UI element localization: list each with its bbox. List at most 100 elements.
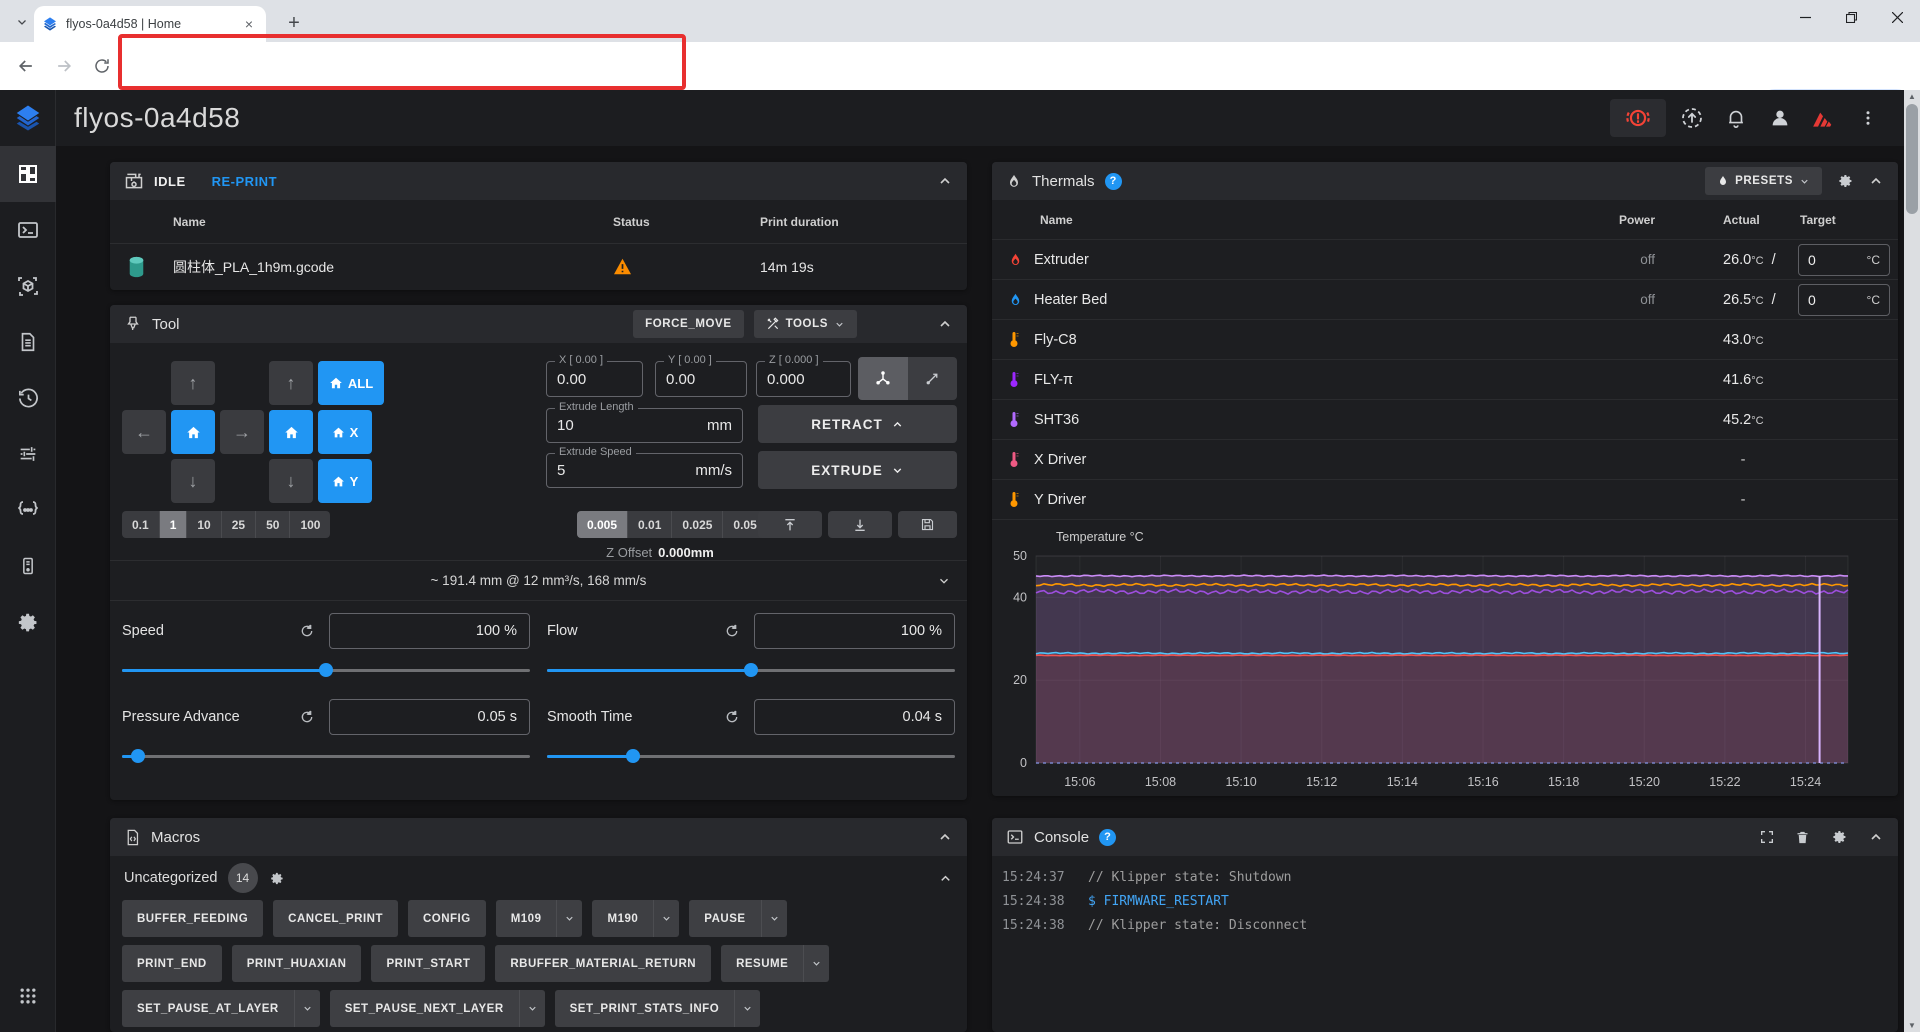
speed-slider[interactable] xyxy=(122,663,530,677)
home-y-axis-button[interactable] xyxy=(269,410,313,454)
scrollbar-thumb[interactable] xyxy=(1906,104,1918,214)
target-input[interactable]: 0°C xyxy=(1798,244,1890,276)
job-row[interactable]: 圆柱体_PLA_1h9m.gcode 14m 19s xyxy=(110,244,967,289)
smooth-time-value-field[interactable]: 0.04 s xyxy=(754,699,955,735)
macro-settings-gear-icon[interactable] xyxy=(268,870,285,887)
sidebar-item-dashboard[interactable] xyxy=(0,146,56,202)
jog-increment-25[interactable]: 25 xyxy=(222,511,256,538)
z-offset-lower-button[interactable] xyxy=(828,511,892,538)
collapse-chevron-icon[interactable] xyxy=(937,316,953,332)
retract-button[interactable]: RETRACT xyxy=(758,405,957,443)
macro-button-rbuffer_material_return[interactable]: RBUFFER_MATERIAL_RETURN xyxy=(495,945,711,982)
jog-increment-100[interactable]: 100 xyxy=(290,511,330,538)
pressure-advance-slider[interactable] xyxy=(122,749,530,763)
window-close-button[interactable] xyxy=(1874,0,1920,34)
macro-button-cancel_print[interactable]: CANCEL_PRINT xyxy=(273,900,398,937)
fly-brand-icon[interactable] xyxy=(1806,100,1842,136)
jog-z-up-button[interactable]: ↑ xyxy=(171,361,215,405)
collapse-chevron-icon[interactable] xyxy=(937,829,953,845)
absolute-position-toggle[interactable] xyxy=(858,357,908,400)
update-available-icon[interactable] xyxy=(1674,100,1710,136)
forward-button[interactable] xyxy=(48,50,80,82)
back-button[interactable] xyxy=(10,50,42,82)
speed-reset-icon[interactable] xyxy=(299,623,315,639)
console-clear-trash-icon[interactable] xyxy=(1795,829,1810,846)
z-offset-save-button[interactable] xyxy=(898,511,957,538)
jog-y-plus-button[interactable]: ↑ xyxy=(269,361,313,405)
macro-dropdown-chevron-icon[interactable] xyxy=(294,990,320,1027)
home-x-axis-button[interactable] xyxy=(171,410,215,454)
macro-dropdown-chevron-icon[interactable] xyxy=(734,990,760,1027)
jog-z-down-button[interactable]: ↓ xyxy=(171,459,215,503)
force-move-button[interactable]: FORCE_MOVE xyxy=(633,310,744,338)
flow-slider-thumb[interactable] xyxy=(744,663,758,677)
new-tab-button[interactable]: + xyxy=(280,9,308,37)
jog-increment-50[interactable]: 50 xyxy=(256,511,290,538)
scroll-down-arrow-icon[interactable]: ▼ xyxy=(1904,1021,1920,1030)
thermals-settings-gear-icon[interactable] xyxy=(1836,172,1854,190)
macro-dropdown-chevron-icon[interactable] xyxy=(761,900,787,937)
extrude-speed-field[interactable]: Extrude Speed 5 mm/s xyxy=(546,453,743,488)
macro-button-resume[interactable]: RESUME xyxy=(721,945,829,982)
relative-move-toggle[interactable] xyxy=(908,357,958,400)
extrude-length-field[interactable]: Extrude Length 10 mm xyxy=(546,408,743,443)
macro-button-set_pause_at_layer[interactable]: SET_PAUSE_AT_LAYER xyxy=(122,990,320,1027)
tools-dropdown-button[interactable]: TOOLS xyxy=(754,310,857,338)
sidebar-item-configure[interactable] xyxy=(0,482,56,538)
flow-slider[interactable] xyxy=(547,663,955,677)
jog-x-plus-button[interactable]: → xyxy=(220,410,264,454)
browser-tab[interactable]: flyos-0a4d58 | Home × xyxy=(34,6,266,42)
macro-button-set_print_stats_info[interactable]: SET_PRINT_STATS_INFO xyxy=(555,990,761,1027)
sidebar-item-system[interactable] xyxy=(0,538,56,594)
home-all-button[interactable]: ALL xyxy=(318,361,384,405)
sidebar-item-console[interactable] xyxy=(0,202,56,258)
window-restore-button[interactable] xyxy=(1828,0,1874,34)
jog-increment-10[interactable]: 10 xyxy=(187,511,221,538)
app-menu-kebab-icon[interactable] xyxy=(1850,100,1886,136)
extrude-button[interactable]: EXTRUDE xyxy=(758,451,957,489)
sidebar-item-tune[interactable] xyxy=(0,426,56,482)
sidebar-item-gcode-preview[interactable] xyxy=(0,258,56,314)
flow-value-field[interactable]: 100 % xyxy=(754,613,955,649)
macro-button-m190[interactable]: M190 xyxy=(592,900,679,937)
collapse-chevron-icon[interactable] xyxy=(937,173,953,189)
z-increment-0.005[interactable]: 0.005 xyxy=(577,511,628,538)
user-icon[interactable] xyxy=(1762,100,1798,136)
home-x-button[interactable]: X xyxy=(318,410,372,454)
macro-dropdown-chevron-icon[interactable] xyxy=(653,900,679,937)
sidebar-item-settings[interactable] xyxy=(0,594,56,650)
speed-value-field[interactable]: 100 % xyxy=(329,613,530,649)
axis-y-field[interactable]: Y [ 0.00 ] 0.00 xyxy=(655,361,747,397)
macro-category-row[interactable]: Uncategorized 14 xyxy=(110,856,967,900)
jog-y-minus-button[interactable]: ↓ xyxy=(269,459,313,503)
target-input[interactable]: 0°C xyxy=(1798,284,1890,316)
macro-dropdown-chevron-icon[interactable] xyxy=(519,990,545,1027)
jog-x-minus-button[interactable]: ← xyxy=(122,410,166,454)
z-offset-raise-button[interactable] xyxy=(758,511,822,538)
page-scrollbar[interactable]: ▲ ▼ xyxy=(1904,90,1920,1032)
reprint-button[interactable]: RE-PRINT xyxy=(212,174,277,189)
window-minimize-button[interactable] xyxy=(1782,0,1828,34)
macro-dropdown-chevron-icon[interactable] xyxy=(556,900,582,937)
jog-increment-0.1[interactable]: 0.1 xyxy=(122,511,160,538)
collapse-chevron-icon[interactable] xyxy=(1868,173,1884,189)
collapse-chevron-icon[interactable] xyxy=(1868,829,1884,845)
smooth-time-slider[interactable] xyxy=(547,749,955,763)
sidebar-item-jobs[interactable] xyxy=(0,314,56,370)
macro-button-print_huaxian[interactable]: PRINT_HUAXIAN xyxy=(232,945,362,982)
macro-button-set_pause_next_layer[interactable]: SET_PAUSE_NEXT_LAYER xyxy=(330,990,545,1027)
app-logo-layers-icon[interactable] xyxy=(0,90,56,146)
z-increment-0.01[interactable]: 0.01 xyxy=(628,511,672,538)
macro-button-buffer_feeding[interactable]: BUFFER_FEEDING xyxy=(122,900,263,937)
presets-dropdown-button[interactable]: PRESETS xyxy=(1705,167,1822,195)
pressure-advance-slider-thumb[interactable] xyxy=(131,749,145,763)
console-log[interactable]: 15:24:37// Klipper state: Shutdown15:24:… xyxy=(992,856,1898,938)
macro-button-m109[interactable]: M109 xyxy=(496,900,583,937)
macro-button-print_end[interactable]: PRINT_END xyxy=(122,945,222,982)
smooth-time-slider-thumb[interactable] xyxy=(626,749,640,763)
help-icon[interactable]: ? xyxy=(1105,173,1122,190)
extrusion-summary-row[interactable]: ~ 191.4 mm @ 12 mm³/s, 168 mm/s xyxy=(110,560,967,601)
axis-x-field[interactable]: X [ 0.00 ] 0.00 xyxy=(546,361,643,397)
flow-reset-icon[interactable] xyxy=(724,623,740,639)
notifications-bell-icon[interactable] xyxy=(1718,100,1754,136)
